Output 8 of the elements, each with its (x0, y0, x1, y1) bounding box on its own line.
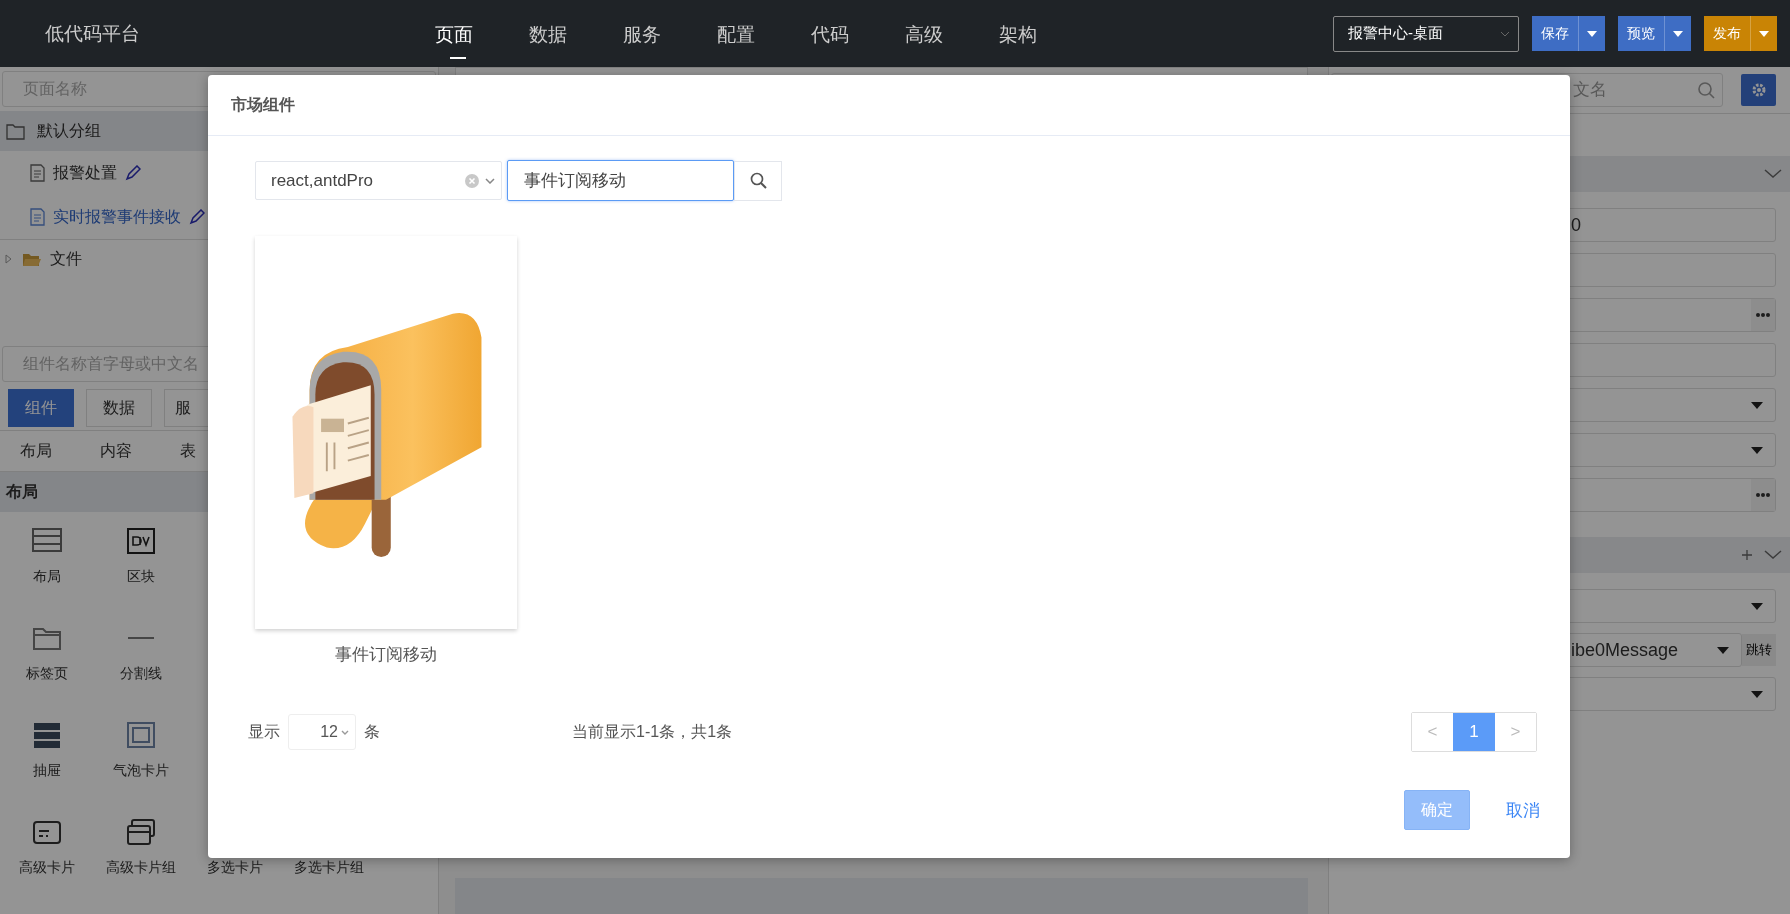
folder-label: 文件 (50, 248, 82, 269)
dialog-title: 市场组件 (231, 94, 295, 115)
group-label: 默认分组 (37, 120, 101, 141)
app-title: 低代码平台 (45, 21, 141, 46)
component-name: 事件订阅移动 (335, 644, 437, 666)
page-size-unit: 条 (364, 721, 380, 742)
result-summary: 当前显示1-1条，共1条 (572, 721, 734, 742)
page-size-label: 显示 (248, 721, 280, 742)
